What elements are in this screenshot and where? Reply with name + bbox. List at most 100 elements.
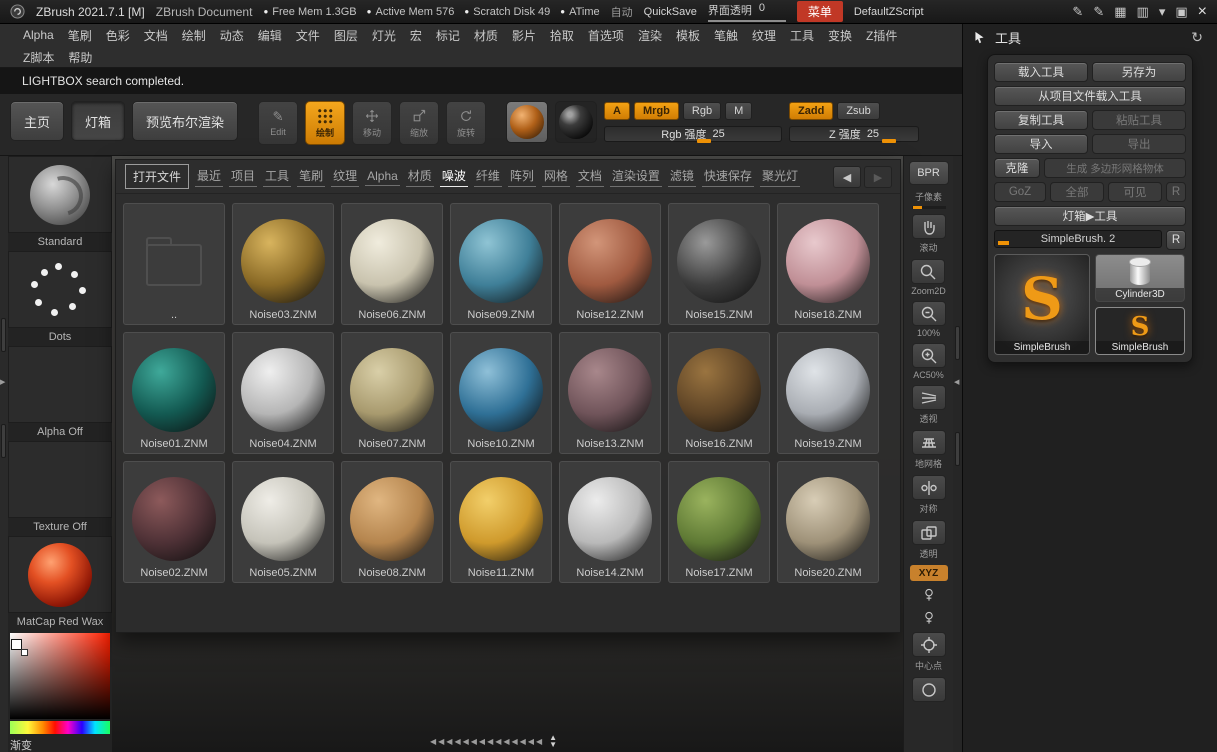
- copy-tool-button[interactable]: 复制工具: [994, 110, 1088, 130]
- divider-arrow-icon[interactable]: ▶: [0, 378, 5, 386]
- tablet-pen-icon[interactable]: ✎: [1072, 4, 1083, 20]
- noise-preset-tile[interactable]: Noise06.ZNM: [341, 203, 443, 325]
- lightbox-tab[interactable]: 工具: [263, 166, 291, 187]
- menu-item[interactable]: 文档: [137, 27, 175, 44]
- lightbox-button[interactable]: 灯箱: [71, 101, 125, 141]
- noise-preset-tile[interactable]: Noise15.ZNM: [668, 203, 770, 325]
- saturation-value-square[interactable]: [10, 633, 110, 719]
- lightbox-tab[interactable]: 笔刷: [297, 166, 325, 187]
- menu-item[interactable]: 笔触: [707, 27, 745, 44]
- preview-boolean-button[interactable]: 预览布尔渲染: [132, 101, 238, 141]
- menu-item[interactable]: 工具: [783, 27, 821, 44]
- simplebrush-tool-thumbnail[interactable]: S SimpleBrush: [1095, 307, 1185, 355]
- menu-item[interactable]: 变换: [821, 27, 859, 44]
- bpr-render-button[interactable]: BPR: [909, 161, 949, 185]
- cylinder3d-tool-thumbnail[interactable]: Cylinder3D: [1095, 254, 1185, 302]
- lightbox-tab[interactable]: 聚光灯: [760, 166, 800, 187]
- goz-all-button[interactable]: 全部: [1050, 182, 1104, 202]
- menu-item[interactable]: 动态: [213, 27, 251, 44]
- lightbox-parent-folder-tile[interactable]: ..: [123, 203, 225, 325]
- menu-item[interactable]: Z插件: [859, 27, 904, 44]
- noise-preset-tile[interactable]: Noise02.ZNM: [123, 461, 225, 583]
- noise-preset-tile[interactable]: Noise14.ZNM: [559, 461, 661, 583]
- menu-item[interactable]: 标记: [429, 27, 467, 44]
- close-icon[interactable]: ×: [1198, 3, 1207, 21]
- floor-grid-button[interactable]: 地网格: [912, 430, 946, 470]
- menu-item[interactable]: 首选项: [581, 27, 631, 44]
- rotate-button[interactable]: 旋转: [446, 101, 486, 145]
- clone-button[interactable]: 克隆: [994, 158, 1040, 178]
- noise-preset-tile[interactable]: Noise12.ZNM: [559, 203, 661, 325]
- keyboard-icon[interactable]: ▦: [1114, 4, 1126, 20]
- home-button[interactable]: 主页: [10, 101, 64, 141]
- menu-item[interactable]: 色彩: [99, 27, 137, 44]
- subpixel-slider[interactable]: 子像素: [912, 190, 946, 209]
- noise-preset-tile[interactable]: Noise04.ZNM: [232, 332, 334, 454]
- lightbox-tab[interactable]: 渲染设置: [610, 166, 662, 187]
- current-material-swatch[interactable]: [555, 101, 597, 143]
- default-zscript-button[interactable]: DefaultZScript: [854, 6, 924, 18]
- collapse-icon[interactable]: ▾: [1159, 4, 1166, 20]
- lightbox-tab[interactable]: Alpha: [365, 168, 400, 186]
- ui-opacity-track[interactable]: [708, 20, 786, 22]
- m-button[interactable]: M: [725, 102, 752, 120]
- menu-item[interactable]: 材质: [467, 27, 505, 44]
- noise-preset-tile[interactable]: Noise10.ZNM: [450, 332, 552, 454]
- noise-preset-tile[interactable]: Noise01.ZNM: [123, 332, 225, 454]
- lightbox-tab[interactable]: 噪波: [440, 166, 468, 187]
- noise-preset-tile[interactable]: Noise13.ZNM: [559, 332, 661, 454]
- lightbox-tab[interactable]: 滤镜: [668, 166, 696, 187]
- divider-handle[interactable]: [1, 424, 6, 458]
- rgb-intensity-slider[interactable]: Rgb 强度 25: [604, 126, 782, 142]
- material-thumbnail[interactable]: [8, 536, 112, 613]
- lightbox-to-tool-button[interactable]: 灯箱▶工具: [994, 206, 1186, 226]
- canvas-scroll-control[interactable]: ◀◀◀◀◀◀◀◀◀◀◀◀◀◀ ▲▼: [430, 734, 557, 748]
- active-tool-slider[interactable]: SimpleBrush. 2: [994, 230, 1162, 248]
- zoom2d-button[interactable]: Zoom2D: [911, 259, 946, 296]
- divider-handle[interactable]: [955, 432, 960, 466]
- rgb-intensity-marker[interactable]: [697, 139, 711, 143]
- menu-item[interactable]: 渲染: [631, 27, 669, 44]
- secondary-color-swatch[interactable]: [21, 649, 28, 656]
- make-polymesh3d-button[interactable]: 生成 多边形网格物体: [1044, 158, 1186, 178]
- aa-button[interactable]: A: [604, 102, 630, 120]
- lightbox-tab[interactable]: 纹理: [331, 166, 359, 187]
- current-texture-swatch[interactable]: [506, 101, 548, 143]
- menu-item[interactable]: 影片: [505, 27, 543, 44]
- noise-preset-tile[interactable]: Noise05.ZNM: [232, 461, 334, 583]
- zadd-button[interactable]: Zadd: [789, 102, 833, 120]
- lightbox-tab[interactable]: 项目: [229, 166, 257, 187]
- ui-opacity-slider[interactable]: 界面透明0: [708, 2, 786, 22]
- menu-item[interactable]: 编辑: [251, 27, 289, 44]
- scale-button[interactable]: 缩放: [399, 101, 439, 145]
- pen-pressure-icon[interactable]: ✎: [1093, 4, 1104, 20]
- menu-toggle-button[interactable]: 菜单: [797, 1, 843, 22]
- menu-item[interactable]: 绘制: [175, 27, 213, 44]
- noise-preset-tile[interactable]: Noise19.ZNM: [777, 332, 879, 454]
- menu-item[interactable]: Alpha: [16, 28, 61, 42]
- menu-item[interactable]: 宏: [403, 27, 429, 44]
- tool-r-button[interactable]: R: [1166, 230, 1186, 250]
- lightbox-tab[interactable]: 最近: [195, 166, 223, 187]
- rgb-button[interactable]: Rgb: [683, 102, 721, 120]
- load-tool-from-project-button[interactable]: 从项目文件载入工具: [994, 86, 1186, 106]
- edit-button[interactable]: ✎ Edit: [258, 101, 298, 145]
- stroke-thumbnail[interactable]: [8, 251, 112, 328]
- lightbox-tab[interactable]: 阵列: [508, 166, 536, 187]
- mrgb-button[interactable]: Mrgb: [634, 102, 679, 120]
- lightbox-prev-button[interactable]: ◀: [833, 166, 861, 188]
- windows-icon[interactable]: ▣: [1175, 4, 1187, 20]
- menu-item[interactable]: Z脚本: [16, 49, 61, 66]
- aa-half-button[interactable]: AC50%: [912, 343, 946, 380]
- divider-handle[interactable]: [955, 326, 960, 360]
- menu-item[interactable]: 纹理: [745, 27, 783, 44]
- quicksave-button[interactable]: QuickSave: [644, 6, 697, 18]
- noise-preset-tile[interactable]: Noise03.ZNM: [232, 203, 334, 325]
- alpha-thumbnail[interactable]: [8, 346, 112, 423]
- resize-down-icon[interactable]: ▼: [549, 741, 557, 748]
- goz-visible-button[interactable]: 可见: [1108, 182, 1162, 202]
- menu-item[interactable]: 图层: [327, 27, 365, 44]
- perspective-button[interactable]: 透视: [912, 385, 946, 425]
- noise-preset-tile[interactable]: Noise07.ZNM: [341, 332, 443, 454]
- brush-thumbnail[interactable]: [8, 156, 112, 233]
